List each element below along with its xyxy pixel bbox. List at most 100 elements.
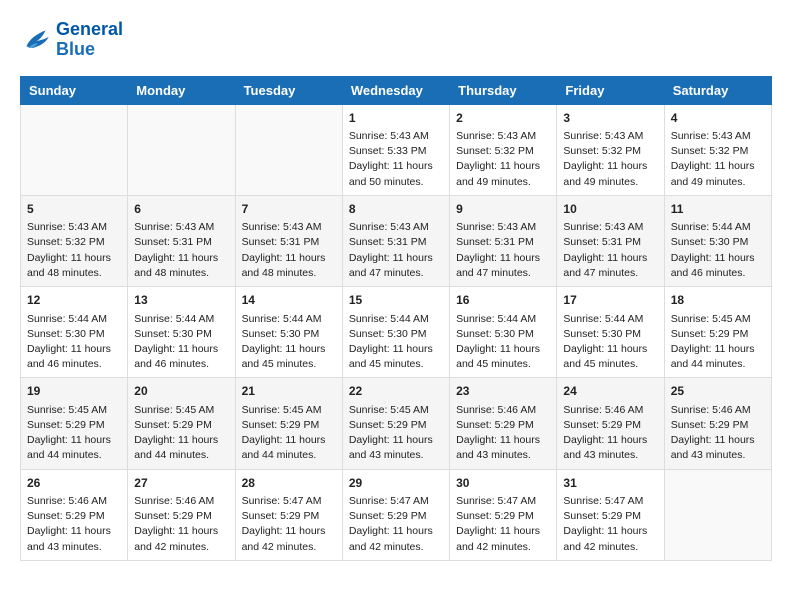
day-number: 3 [563, 110, 657, 127]
week-row-1: 1 Sunrise: 5:43 AM Sunset: 5:33 PM Daylight… [21, 104, 772, 195]
daylight: Daylight: 11 hours and 49 minutes. [671, 160, 755, 187]
sunset: Sunset: 5:30 PM [242, 328, 320, 340]
sunrise: Sunrise: 5:47 AM [563, 495, 643, 507]
sunrise: Sunrise: 5:46 AM [134, 495, 214, 507]
daylight: Daylight: 11 hours and 42 minutes. [242, 525, 326, 552]
day-cell: 31Sunrise: 5:47 AMSunset: 5:29 PMDayligh… [557, 469, 664, 560]
day-number: 18 [671, 292, 765, 309]
sunrise: Sunrise: 5:47 AM [349, 495, 429, 507]
sunset: Sunset: 5:30 PM [27, 328, 105, 340]
column-header-saturday: Saturday [664, 76, 771, 104]
day-number: 9 [456, 201, 550, 218]
daylight: Daylight: 11 hours and 45 minutes. [242, 343, 326, 370]
sunrise: Sunrise: 5:46 AM [671, 404, 751, 416]
day-cell: 21Sunrise: 5:45 AMSunset: 5:29 PMDayligh… [235, 378, 342, 469]
day-cell: 2Sunrise: 5:43 AMSunset: 5:32 PMDaylight… [450, 104, 557, 195]
sunset: Sunset: 5:30 PM [349, 328, 427, 340]
day-cell: 20Sunrise: 5:45 AMSunset: 5:29 PMDayligh… [128, 378, 235, 469]
daylight: Daylight: 11 hours and 45 minutes. [456, 343, 540, 370]
daylight: Daylight: 11 hours and 46 minutes. [671, 252, 755, 279]
sunset: Sunset: 5:29 PM [242, 510, 320, 522]
day-cell: 5Sunrise: 5:43 AMSunset: 5:32 PMDaylight… [21, 195, 128, 286]
daylight: Daylight: 11 hours and 49 minutes. [456, 160, 540, 187]
day-cell: 15Sunrise: 5:44 AMSunset: 5:30 PMDayligh… [342, 287, 449, 378]
sunset: Sunset: 5:29 PM [563, 419, 641, 431]
sunrise: Sunrise: 5:45 AM [134, 404, 214, 416]
daylight: Daylight: 11 hours and 46 minutes. [27, 343, 111, 370]
column-header-monday: Monday [128, 76, 235, 104]
sunset: Sunset: 5:30 PM [134, 328, 212, 340]
sunrise: Sunrise: 5:46 AM [456, 404, 536, 416]
day-number: 11 [671, 201, 765, 218]
daylight: Daylight: 11 hours and 43 minutes. [27, 525, 111, 552]
day-cell: 29Sunrise: 5:47 AMSunset: 5:29 PMDayligh… [342, 469, 449, 560]
sunset: Sunset: 5:29 PM [27, 510, 105, 522]
sunrise: Sunrise: 5:45 AM [242, 404, 322, 416]
day-number: 25 [671, 383, 765, 400]
day-cell: 9Sunrise: 5:43 AMSunset: 5:31 PMDaylight… [450, 195, 557, 286]
sunrise: Sunrise: 5:43 AM [27, 221, 107, 233]
week-row-3: 12Sunrise: 5:44 AMSunset: 5:30 PMDayligh… [21, 287, 772, 378]
day-number: 31 [563, 475, 657, 492]
sunset: Sunset: 5:32 PM [27, 236, 105, 248]
sunset: Sunset: 5:30 PM [671, 236, 749, 248]
sunset: Sunset: 5:29 PM [349, 510, 427, 522]
day-cell: 17Sunrise: 5:44 AMSunset: 5:30 PMDayligh… [557, 287, 664, 378]
day-cell: 24Sunrise: 5:46 AMSunset: 5:29 PMDayligh… [557, 378, 664, 469]
sunrise: Sunrise: 5:43 AM [456, 221, 536, 233]
day-cell: 6Sunrise: 5:43 AMSunset: 5:31 PMDaylight… [128, 195, 235, 286]
sunrise: Sunrise: 5:45 AM [349, 404, 429, 416]
day-cell: 26Sunrise: 5:46 AMSunset: 5:29 PMDayligh… [21, 469, 128, 560]
sunset: Sunset: 5:29 PM [27, 419, 105, 431]
week-row-5: 26Sunrise: 5:46 AMSunset: 5:29 PMDayligh… [21, 469, 772, 560]
sunset: Sunset: 5:29 PM [456, 419, 534, 431]
sunset: Sunset: 5:29 PM [671, 328, 749, 340]
day-cell: 22Sunrise: 5:45 AMSunset: 5:29 PMDayligh… [342, 378, 449, 469]
week-row-4: 19 Sunrise: 5:45 AM Sunset: 5:29 PM Dayligh… [21, 378, 772, 469]
logo-text: General Blue [56, 20, 123, 60]
daylight: Daylight: 11 hours and 43 minutes. [671, 434, 755, 461]
column-header-thursday: Thursday [450, 76, 557, 104]
day-number: 8 [349, 201, 443, 218]
daylight: Daylight: 11 hours and 46 minutes. [134, 343, 218, 370]
day-number: 1 [349, 110, 443, 127]
sunset: Sunset: 5:29 PM [349, 419, 427, 431]
logo: General Blue [20, 20, 123, 60]
sunset: Sunset: 5:29 PM [456, 510, 534, 522]
day-number: 23 [456, 383, 550, 400]
sunset: Sunset: 5:33 PM [349, 145, 427, 157]
day-cell: 12Sunrise: 5:44 AMSunset: 5:30 PMDayligh… [21, 287, 128, 378]
day-number: 19 [27, 383, 121, 400]
daylight: Daylight: 11 hours and 48 minutes. [134, 252, 218, 279]
sunrise: Sunrise: 5:43 AM [671, 130, 751, 142]
day-cell: 13Sunrise: 5:44 AMSunset: 5:30 PMDayligh… [128, 287, 235, 378]
column-header-sunday: Sunday [21, 76, 128, 104]
sunrise: Sunrise: 5:45 AM [27, 404, 107, 416]
daylight: Daylight: 11 hours and 43 minutes. [456, 434, 540, 461]
daylight: Daylight: 11 hours and 44 minutes. [671, 343, 755, 370]
sunset: Sunset: 5:32 PM [456, 145, 534, 157]
daylight: Daylight: 11 hours and 42 minutes. [563, 525, 647, 552]
daylight: Daylight: 11 hours and 47 minutes. [563, 252, 647, 279]
sunrise: Sunrise: 5:44 AM [349, 313, 429, 325]
sunset: Sunset: 5:31 PM [456, 236, 534, 248]
daylight: Daylight: 11 hours and 43 minutes. [349, 434, 433, 461]
day-number: 20 [134, 383, 228, 400]
daylight: Daylight: 11 hours and 42 minutes. [349, 525, 433, 552]
sunset: Sunset: 5:30 PM [456, 328, 534, 340]
daylight: Daylight: 11 hours and 47 minutes. [349, 252, 433, 279]
sunrise: Sunrise: 5:43 AM [456, 130, 536, 142]
day-number: 28 [242, 475, 336, 492]
daylight: Daylight: 11 hours and 42 minutes. [456, 525, 540, 552]
sunrise: Sunrise: 5:44 AM [134, 313, 214, 325]
day-cell: 27Sunrise: 5:46 AMSunset: 5:29 PMDayligh… [128, 469, 235, 560]
day-number: 21 [242, 383, 336, 400]
daylight: Daylight: 11 hours and 44 minutes. [134, 434, 218, 461]
sunrise: Sunrise: 5:47 AM [456, 495, 536, 507]
day-cell: 1Sunrise: 5:43 AMSunset: 5:33 PMDaylight… [342, 104, 449, 195]
day-number: 27 [134, 475, 228, 492]
day-cell: 14Sunrise: 5:44 AMSunset: 5:30 PMDayligh… [235, 287, 342, 378]
daylight: Daylight: 11 hours and 48 minutes. [242, 252, 326, 279]
sunrise: Sunrise: 5:46 AM [27, 495, 107, 507]
day-cell: 10Sunrise: 5:43 AMSunset: 5:31 PMDayligh… [557, 195, 664, 286]
